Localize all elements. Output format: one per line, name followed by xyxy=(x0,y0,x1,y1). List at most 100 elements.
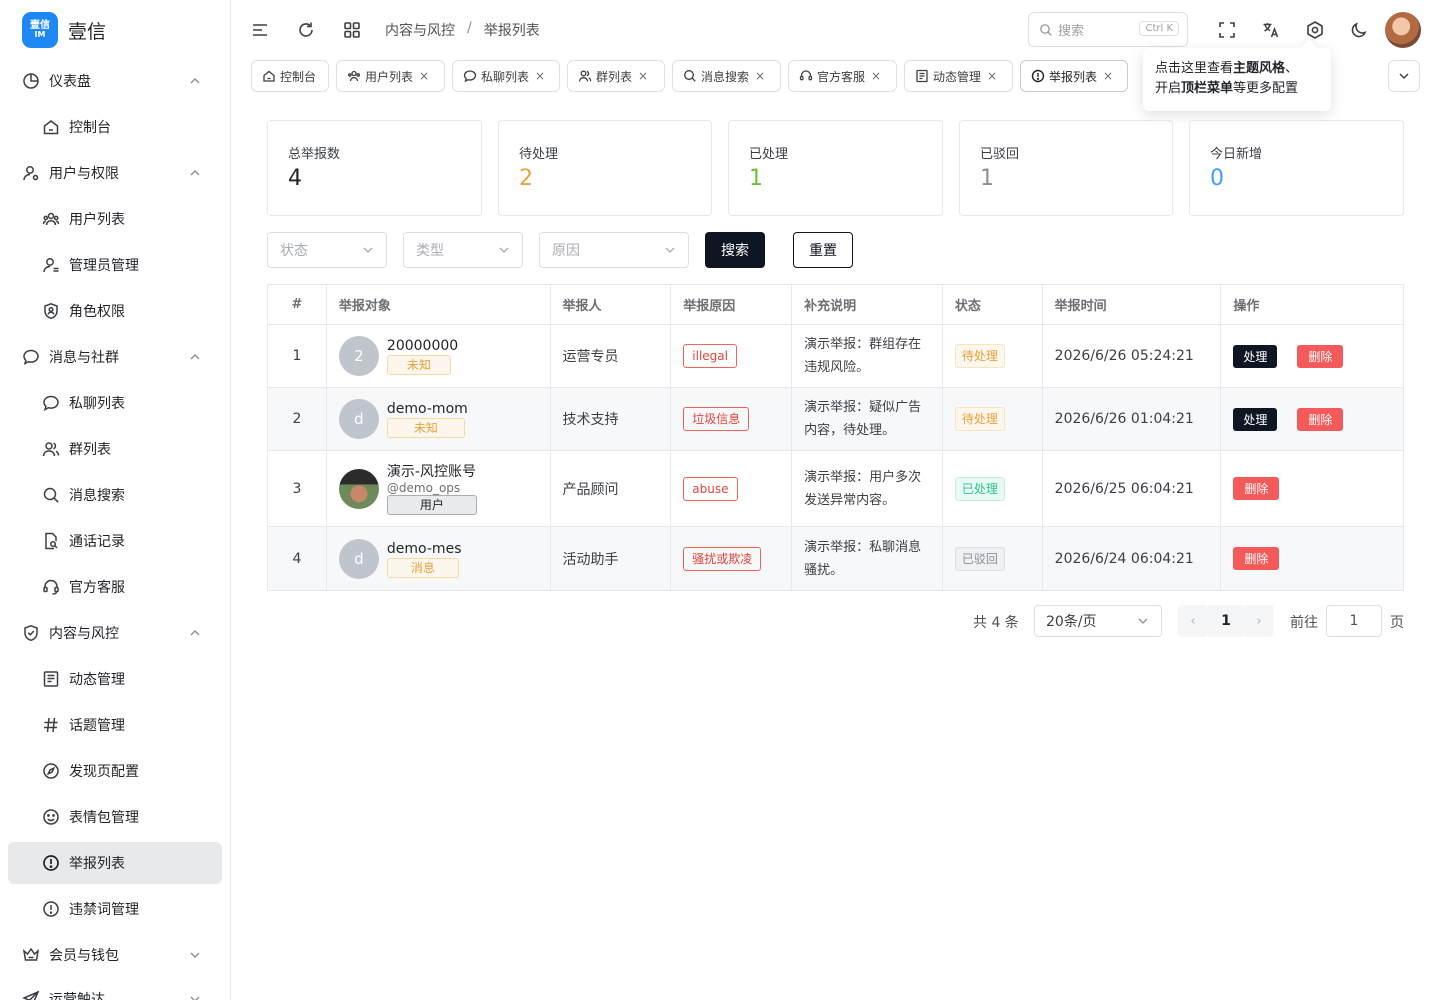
report-target-cell: 2 20000000 未知 xyxy=(327,325,551,387)
search-button[interactable]: 搜索 xyxy=(705,232,765,268)
delete-button[interactable]: 删除 xyxy=(1233,477,1280,500)
tab-official-support[interactable]: 官方客服 × xyxy=(788,60,897,92)
menu-group-messages[interactable]: 消息与社群 xyxy=(8,336,222,378)
menu-group-users[interactable]: 用户与权限 xyxy=(8,152,222,194)
goto-label: 前往 xyxy=(1290,615,1318,631)
process-button[interactable]: 处理 xyxy=(1233,407,1278,431)
tab-private-chats[interactable]: 私聊列表 × xyxy=(452,60,560,92)
stat-value: 0 xyxy=(1210,166,1224,191)
sidebar-item-topics[interactable]: 话题管理 xyxy=(8,704,222,746)
tab-user-list[interactable]: 用户列表 × xyxy=(336,60,445,92)
menu-group-operations[interactable]: 运营触达 xyxy=(8,978,222,1000)
sidebar-item-discover[interactable]: 发现页配置 xyxy=(8,750,222,792)
menu-group-content-risk[interactable]: 内容与风控 xyxy=(8,612,222,654)
sidebar-item-private-chats[interactable]: 私聊列表 xyxy=(8,382,222,424)
group-icon xyxy=(578,69,592,83)
page-size-select[interactable]: 20条/页 xyxy=(1034,605,1162,637)
fullscreen-icon[interactable] xyxy=(1216,19,1238,41)
user-avatar[interactable] xyxy=(1385,12,1421,48)
actions-cell: 处理 删除 xyxy=(1221,325,1403,387)
sidebar-item-label: 角色权限 xyxy=(69,304,125,320)
close-icon[interactable]: × xyxy=(638,69,648,83)
column-header: 举报人 xyxy=(551,285,672,324)
sidebar-item-label: 表情包管理 xyxy=(69,810,139,826)
reason-tag: abuse xyxy=(683,476,738,501)
global-search-input[interactable]: 搜索 Ctrl K xyxy=(1028,12,1188,47)
reason-select[interactable]: 原因 xyxy=(539,232,689,268)
doc-list-icon xyxy=(42,670,60,688)
target-name[interactable]: 演示-风控账号 xyxy=(387,463,477,481)
alert-circle-icon xyxy=(42,854,60,872)
table-row: 2 d demo-mom 未知 技术支持 垃圾信息 演示举报：疑似广告内容，待处… xyxy=(268,388,1403,451)
menu-group-label: 仪表盘 xyxy=(49,74,91,90)
reporter: 活动助手 xyxy=(551,527,672,590)
column-header: 操作 xyxy=(1233,299,1260,314)
sidebar-item-call-records[interactable]: 通话记录 xyxy=(8,520,222,562)
breadcrumb-item-current: 举报列表 xyxy=(483,23,540,39)
sidebar-item-official-support[interactable]: 官方客服 xyxy=(8,566,222,608)
reason-cell: abuse xyxy=(671,451,793,526)
prev-page-button[interactable]: ‹ xyxy=(1178,605,1208,637)
app-logo[interactable]: 壹信 IM 壹信 xyxy=(22,12,106,48)
tab-reports-active[interactable]: 举报列表 × xyxy=(1020,60,1128,92)
settings-hex-icon[interactable] xyxy=(1304,19,1326,41)
sidebar-item-user-list[interactable]: 用户列表 xyxy=(8,198,222,240)
tabs-more-button[interactable] xyxy=(1388,60,1420,92)
menu-group-label: 用户与权限 xyxy=(49,166,119,182)
chevron-up-icon xyxy=(190,630,200,636)
close-icon[interactable]: × xyxy=(535,69,545,83)
delete-button[interactable]: 删除 xyxy=(1297,344,1344,368)
sidebar-item-reports[interactable]: 举报列表 xyxy=(8,842,222,884)
reset-button[interactable]: 重置 xyxy=(793,232,853,268)
shield-user-icon xyxy=(42,302,60,320)
translate-icon[interactable] xyxy=(1260,19,1282,41)
delete-button[interactable]: 删除 xyxy=(1233,547,1280,570)
target-name[interactable]: demo-mes xyxy=(387,540,462,558)
status-select[interactable]: 状态 xyxy=(267,232,387,268)
chevron-down-icon xyxy=(190,996,200,1000)
sidebar-item-groups[interactable]: 群列表 xyxy=(8,428,222,470)
delete-button[interactable]: 删除 xyxy=(1297,407,1344,431)
page-number-current[interactable]: 1 xyxy=(1208,605,1244,637)
sidebar-item-roles[interactable]: 角色权限 xyxy=(8,290,222,332)
target-type-tag: 消息 xyxy=(386,557,459,578)
dark-mode-icon[interactable] xyxy=(1348,19,1370,41)
tab-moments[interactable]: 动态管理 × xyxy=(904,60,1013,92)
process-button[interactable]: 处理 xyxy=(1233,344,1278,368)
chevron-up-icon xyxy=(190,170,200,176)
sidebar-item-banned-words[interactable]: 违禁词管理 xyxy=(8,888,222,930)
sidebar-item-moments[interactable]: 动态管理 xyxy=(8,658,222,700)
sidebar-item-message-search[interactable]: 消息搜索 xyxy=(8,474,222,516)
grid-icon[interactable] xyxy=(341,19,363,41)
headset-icon xyxy=(42,578,60,596)
alert-icon xyxy=(1031,69,1045,83)
tab-console[interactable]: 控制台 xyxy=(251,60,329,92)
sidebar-item-console[interactable]: 控制台 xyxy=(8,106,222,148)
menu-toggle-icon[interactable] xyxy=(249,19,271,41)
close-icon[interactable]: × xyxy=(987,69,997,83)
type-select[interactable]: 类型 xyxy=(403,232,523,268)
menu-group-membership[interactable]: 会员与钱包 xyxy=(8,934,222,976)
target-name[interactable]: demo-mom xyxy=(387,400,468,418)
reporter: 产品顾问 xyxy=(551,451,672,526)
reason-tag: 骚扰或欺凌 xyxy=(683,546,762,571)
target-name[interactable]: 20000000 xyxy=(387,337,458,355)
menu-group-dashboard[interactable]: 仪表盘 xyxy=(8,60,222,102)
tab-groups[interactable]: 群列表 × xyxy=(567,60,665,92)
tab-message-search[interactable]: 消息搜索 × xyxy=(672,60,781,92)
target-handle: @demo_ops xyxy=(386,480,461,495)
goto-page-input[interactable]: 1 xyxy=(1326,605,1382,637)
close-icon[interactable]: × xyxy=(871,69,881,83)
tab-label: 官方客服 xyxy=(817,69,866,84)
breadcrumb-item[interactable]: 内容与风控 xyxy=(385,20,455,40)
tooltip-text: 开启 xyxy=(1155,81,1182,96)
sidebar-item-stickers[interactable]: 表情包管理 xyxy=(8,796,222,838)
refresh-icon[interactable] xyxy=(295,19,317,41)
stat-value: 4 xyxy=(288,166,302,191)
close-icon[interactable]: × xyxy=(419,69,429,83)
row-index: 2 xyxy=(268,388,327,450)
close-icon[interactable]: × xyxy=(1103,69,1113,83)
next-page-button[interactable]: › xyxy=(1244,605,1274,637)
sidebar-item-admin[interactable]: 管理员管理 xyxy=(8,244,222,286)
close-icon[interactable]: × xyxy=(755,69,765,83)
